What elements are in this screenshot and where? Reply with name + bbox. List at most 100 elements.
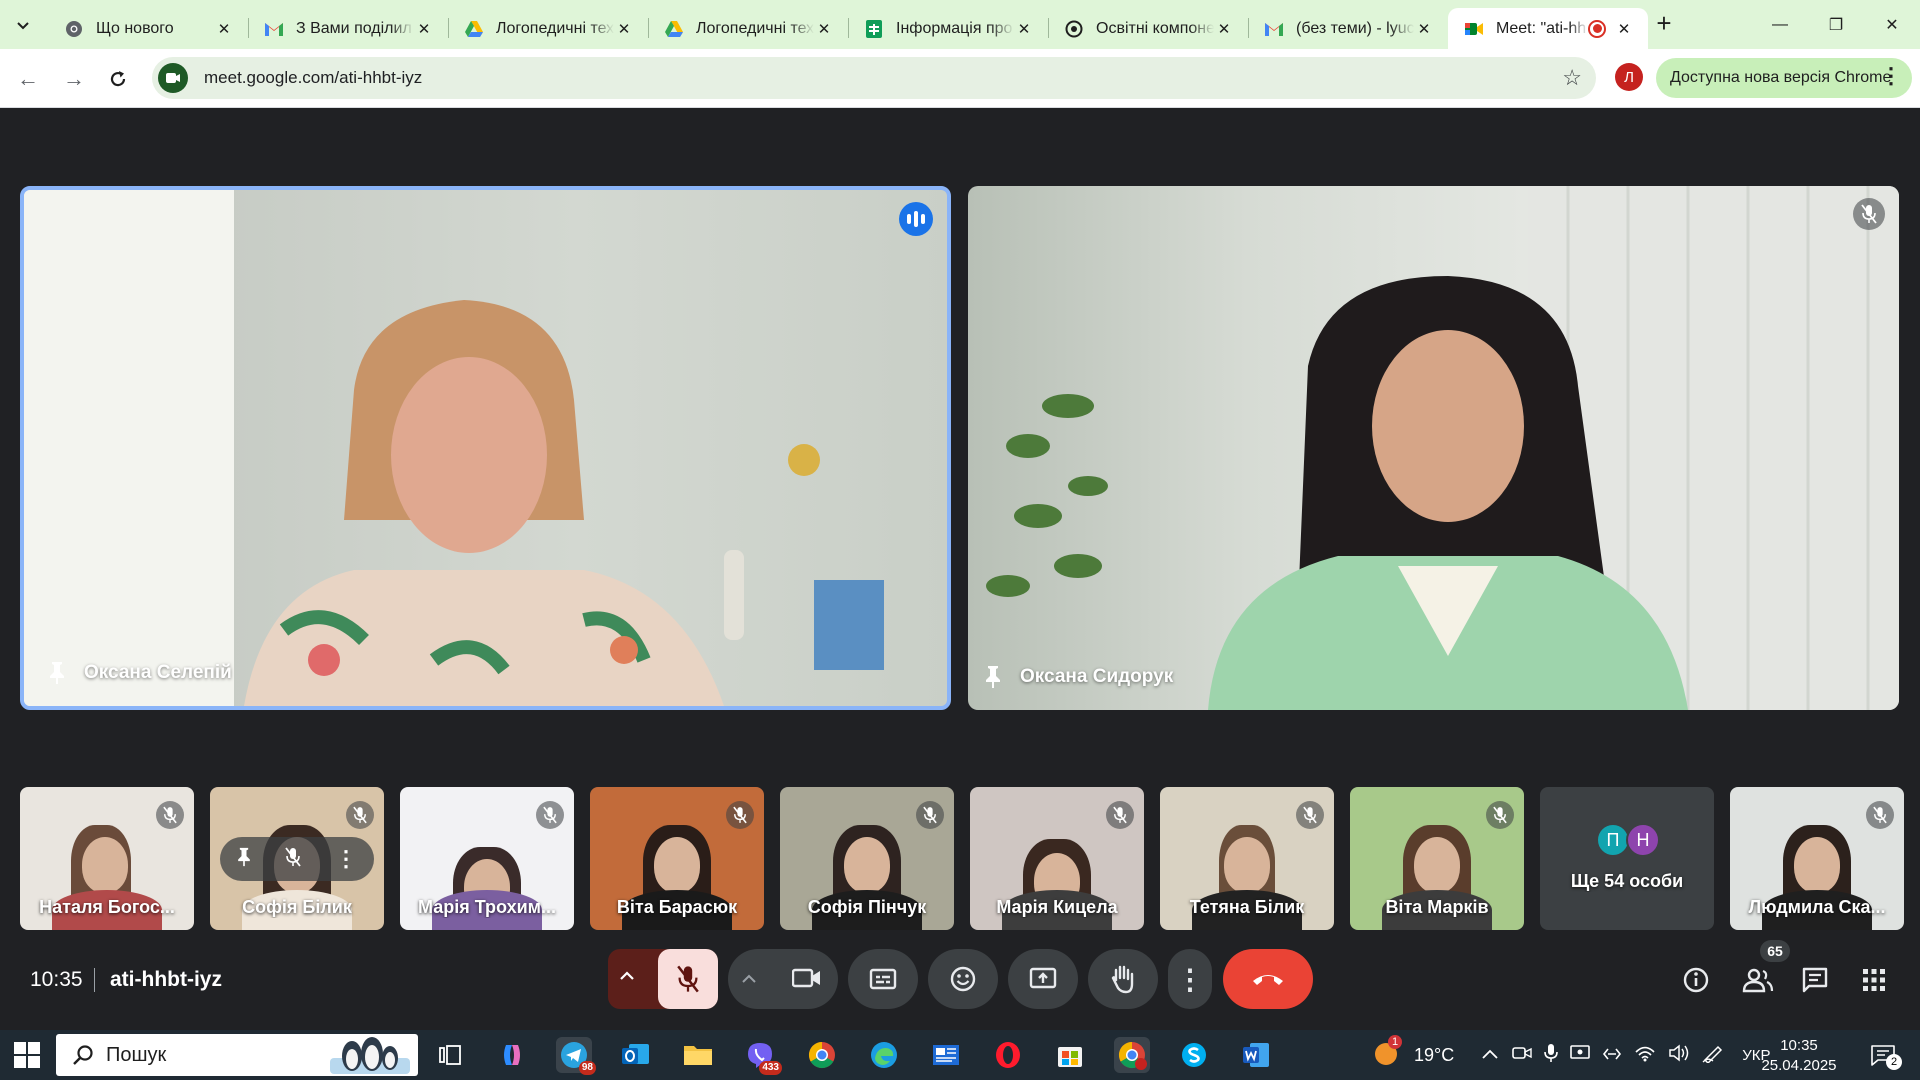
battery-icon[interactable] bbox=[1602, 1045, 1622, 1066]
participant-thumbnail[interactable]: Марія Трохим... bbox=[400, 787, 574, 930]
more-vert-icon[interactable]: ⋮ bbox=[335, 846, 357, 872]
clock-time: 10:35 bbox=[1780, 1037, 1818, 1054]
taskbar-search[interactable]: Пошук bbox=[56, 1034, 418, 1076]
screen-share-icon[interactable] bbox=[1570, 1044, 1591, 1067]
info-icon bbox=[1683, 967, 1709, 993]
tab-whats-new[interactable]: Що нового ✕ bbox=[48, 8, 248, 49]
task-view-icon[interactable] bbox=[432, 1037, 468, 1073]
close-icon[interactable]: ✕ bbox=[1214, 19, 1234, 39]
windows-start-icon[interactable] bbox=[14, 1042, 40, 1068]
participant-thumbnail[interactable]: Марія Кицела bbox=[970, 787, 1144, 930]
participant-thumbnail[interactable]: Віта Марків bbox=[1350, 787, 1524, 930]
close-icon[interactable]: ✕ bbox=[1414, 19, 1434, 39]
microphone-in-use-icon[interactable] bbox=[1544, 1043, 1559, 1068]
hand-icon bbox=[1111, 965, 1134, 994]
chrome-update-button[interactable]: Доступна нова версія Chrome ⋮ bbox=[1656, 58, 1912, 98]
opera-icon[interactable] bbox=[990, 1037, 1026, 1073]
leave-call-button[interactable] bbox=[1223, 949, 1313, 1009]
tab-drive-2[interactable]: Логопедичні тех ✕ bbox=[648, 8, 848, 49]
chrome-icon bbox=[64, 19, 84, 39]
meeting-details-button[interactable] bbox=[1678, 962, 1714, 998]
close-icon[interactable]: ✕ bbox=[1014, 19, 1034, 39]
participant-tile-main[interactable]: Оксана Сидорук bbox=[968, 186, 1899, 710]
participant-tile-main-speaker[interactable]: Оксана Селепій bbox=[20, 186, 951, 710]
microsoft-store-icon[interactable] bbox=[1052, 1037, 1088, 1073]
participant-thumbnail[interactable]: Віта Барасюк bbox=[590, 787, 764, 930]
site-info-icon[interactable] bbox=[158, 63, 188, 93]
tab-gmail-shared[interactable]: З Вами поділил ✕ bbox=[248, 8, 448, 49]
tray-overflow-chevron-icon[interactable] bbox=[1482, 1046, 1498, 1064]
people-button[interactable] bbox=[1740, 962, 1776, 998]
notification-count-badge: 2 bbox=[1886, 1054, 1902, 1070]
chat-button[interactable] bbox=[1797, 962, 1833, 998]
mic-options-chevron-icon[interactable] bbox=[620, 965, 634, 986]
pin-icon[interactable] bbox=[48, 660, 66, 686]
present-screen-button[interactable] bbox=[1008, 949, 1078, 1009]
profile-avatar[interactable]: Л bbox=[1615, 63, 1643, 91]
reactions-button[interactable] bbox=[928, 949, 998, 1009]
news-app-icon[interactable] bbox=[928, 1037, 964, 1073]
raise-hand-button[interactable] bbox=[1088, 949, 1158, 1009]
viber-icon[interactable]: 433 bbox=[742, 1037, 782, 1075]
captions-button[interactable] bbox=[848, 949, 918, 1009]
tab-drive-1[interactable]: Логопедичні тех ✕ bbox=[448, 8, 648, 49]
new-tab-button[interactable]: + bbox=[1650, 10, 1678, 38]
microsoft-word-icon[interactable] bbox=[1238, 1037, 1274, 1073]
more-participants-tile[interactable]: П Н Ще 54 особи bbox=[1540, 787, 1714, 930]
volume-icon[interactable] bbox=[1668, 1043, 1690, 1067]
close-window-icon[interactable]: ✕ bbox=[1864, 0, 1920, 49]
thumbnail-hover-controls: ⋮ bbox=[220, 837, 374, 881]
tab-search-button[interactable] bbox=[8, 10, 38, 40]
reload-icon[interactable] bbox=[100, 61, 136, 97]
mic-off-icon bbox=[536, 801, 564, 829]
tab-gmail-no-subject[interactable]: (без теми) - lyuc ✕ bbox=[1248, 8, 1448, 49]
camera-in-use-icon[interactable] bbox=[1512, 1045, 1532, 1066]
pin-icon[interactable] bbox=[984, 664, 1002, 690]
copilot-icon[interactable] bbox=[494, 1037, 530, 1073]
close-icon[interactable]: ✕ bbox=[214, 19, 234, 39]
camera-options-chevron-icon[interactable] bbox=[742, 971, 756, 989]
forward-arrow-icon[interactable]: → bbox=[56, 61, 92, 97]
meet-stage: Оксана Селепій Оксана Сидорук Наталя Бог… bbox=[0, 108, 1920, 1030]
close-icon[interactable]: ✕ bbox=[614, 19, 634, 39]
telegram-icon[interactable]: 98 bbox=[556, 1037, 596, 1075]
restore-icon[interactable]: ❐ bbox=[1808, 0, 1864, 49]
taskbar-clock[interactable]: 10:35 25.04.2025 bbox=[1760, 1036, 1838, 1076]
camera-icon[interactable] bbox=[791, 967, 822, 994]
more-options-button[interactable]: ⋮ bbox=[1168, 949, 1212, 1009]
close-icon[interactable]: ✕ bbox=[814, 19, 834, 39]
close-icon[interactable]: ✕ bbox=[1614, 19, 1634, 39]
edge-icon[interactable] bbox=[866, 1037, 902, 1073]
skype-icon[interactable] bbox=[1176, 1037, 1212, 1073]
close-icon[interactable]: ✕ bbox=[414, 19, 434, 39]
more-vert-icon[interactable]: ⋮ bbox=[1880, 65, 1902, 87]
activities-button[interactable] bbox=[1856, 962, 1892, 998]
mic-off-icon[interactable] bbox=[285, 846, 301, 872]
mic-toggle-button[interactable] bbox=[658, 949, 718, 1009]
participant-name-label: Оксана Селепій bbox=[48, 660, 232, 686]
notification-center-icon[interactable]: 2 bbox=[1868, 1042, 1902, 1070]
participant-thumbnail[interactable]: ⋮ Софія Білик bbox=[210, 787, 384, 930]
google-drive-icon bbox=[464, 19, 484, 39]
participant-thumbnail[interactable]: Людмила Ска... bbox=[1730, 787, 1904, 930]
participant-thumbnail[interactable]: Наталя Богос... bbox=[20, 787, 194, 930]
network-icon[interactable] bbox=[1634, 1044, 1656, 1067]
tab-classroom[interactable]: Освітні компоне ✕ bbox=[1048, 8, 1248, 49]
address-bar[interactable]: meet.google.com/ati-hhbt-iyz ☆ bbox=[152, 57, 1596, 99]
pen-menu-icon[interactable] bbox=[1702, 1043, 1724, 1068]
bookmark-star-icon[interactable]: ☆ bbox=[1562, 65, 1582, 91]
outlook-icon[interactable] bbox=[618, 1037, 654, 1073]
participant-thumbnail[interactable]: Тетяна Білик bbox=[1160, 787, 1334, 930]
tab-meet[interactable]: Meet: "ati-hh ✕ bbox=[1448, 8, 1648, 49]
tab-title: Освітні компоне bbox=[1096, 19, 1214, 37]
weather-icon[interactable]: 1 bbox=[1372, 1034, 1402, 1072]
tab-sheets[interactable]: Інформація про ✕ bbox=[848, 8, 1048, 49]
minimize-icon[interactable]: — bbox=[1752, 0, 1808, 49]
participant-thumbnail[interactable]: Софія Пінчук bbox=[780, 787, 954, 930]
system-tray: 1 19°C УКР bbox=[1372, 1030, 1771, 1080]
pin-icon[interactable] bbox=[237, 847, 251, 872]
chrome-taskbar-icon[interactable] bbox=[804, 1037, 840, 1073]
back-arrow-icon[interactable]: ← bbox=[10, 61, 46, 97]
chrome-profile-taskbar-icon[interactable] bbox=[1114, 1037, 1150, 1073]
file-explorer-icon[interactable] bbox=[680, 1037, 716, 1073]
